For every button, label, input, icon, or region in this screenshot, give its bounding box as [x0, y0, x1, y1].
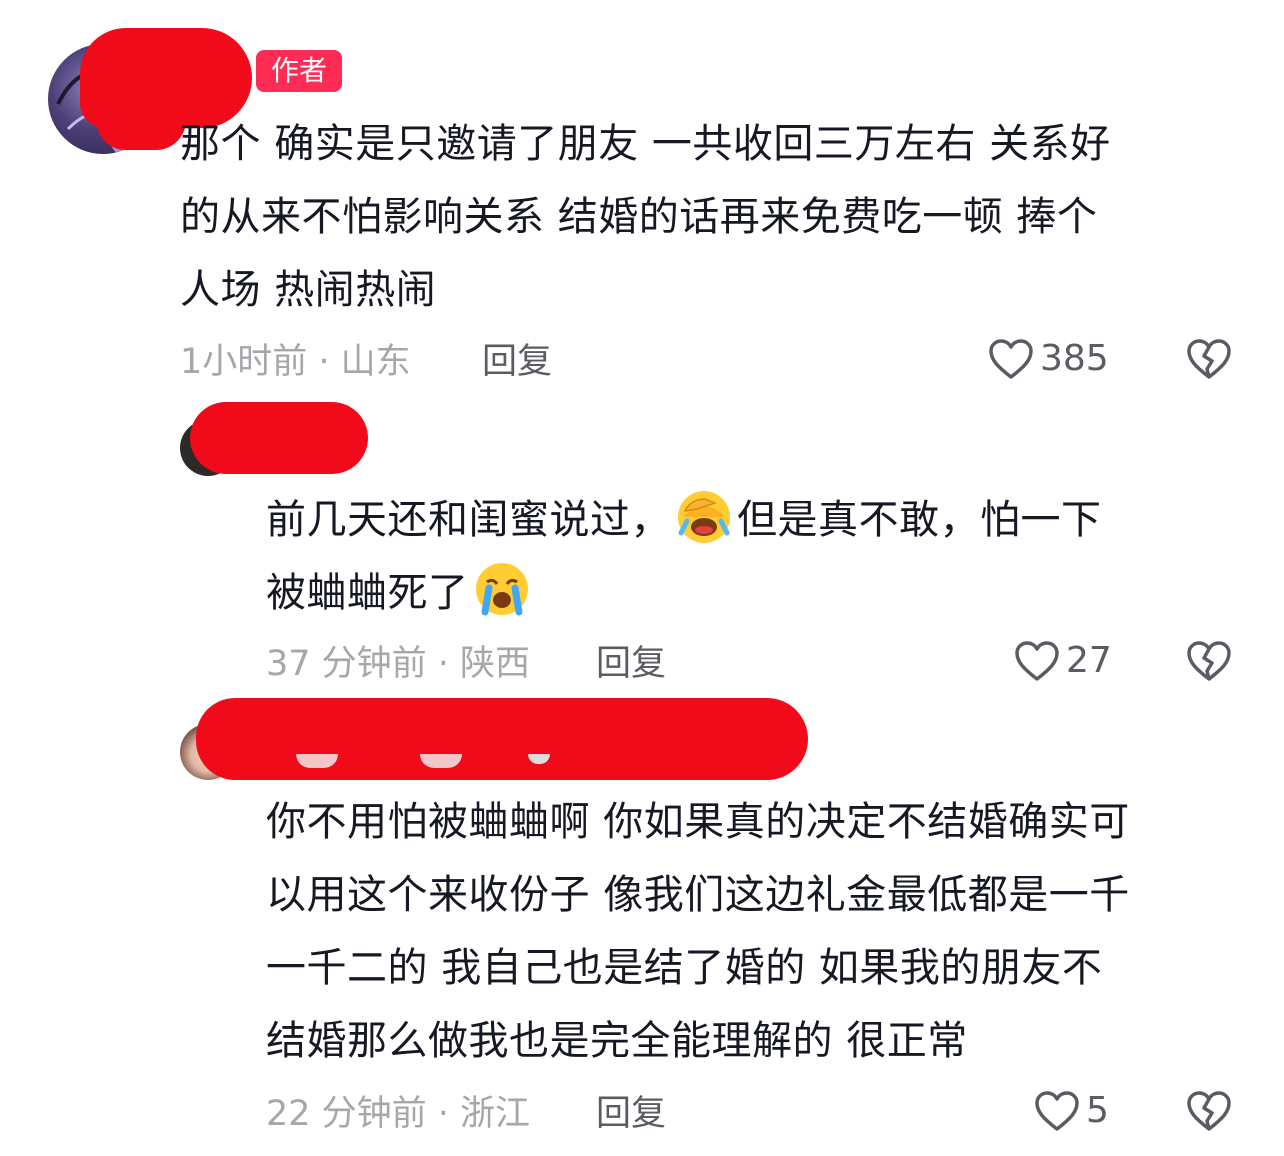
comment-item: 你不用怕被蛐蛐啊 你如果真的决定不结婚确实可 以用这个来收份子 像我们这边礼金最… — [0, 0, 1284, 1156]
like-button[interactable]: 5 — [1034, 1090, 1109, 1132]
heart-icon — [1035, 1091, 1079, 1131]
decoration-dots — [296, 754, 566, 770]
comment-line: 你不用怕被蛐蛐啊 你如果真的决定不结婚确实可 — [266, 799, 1130, 845]
comment-line: 以用这个来收份子 像我们这边礼金最低都是一千 — [266, 872, 1130, 918]
time-location: 22 分钟前 · 浙江 — [266, 1094, 531, 1134]
reply-button[interactable]: 回复 — [596, 1094, 666, 1134]
comment-line: 一千二的 我自己也是结了婚的 如果我的朋友不 — [266, 945, 1103, 991]
broken-heart-icon — [1187, 1091, 1231, 1131]
dislike-button[interactable] — [1186, 1090, 1232, 1132]
like-count: 5 — [1086, 1090, 1109, 1131]
comment-text: 你不用怕被蛐蛐啊 你如果真的决定不结婚确实可 以用这个来收份子 像我们这边礼金最… — [266, 786, 1256, 1078]
comment-line: 结婚那么做我也是完全能理解的 很正常 — [266, 1018, 968, 1064]
